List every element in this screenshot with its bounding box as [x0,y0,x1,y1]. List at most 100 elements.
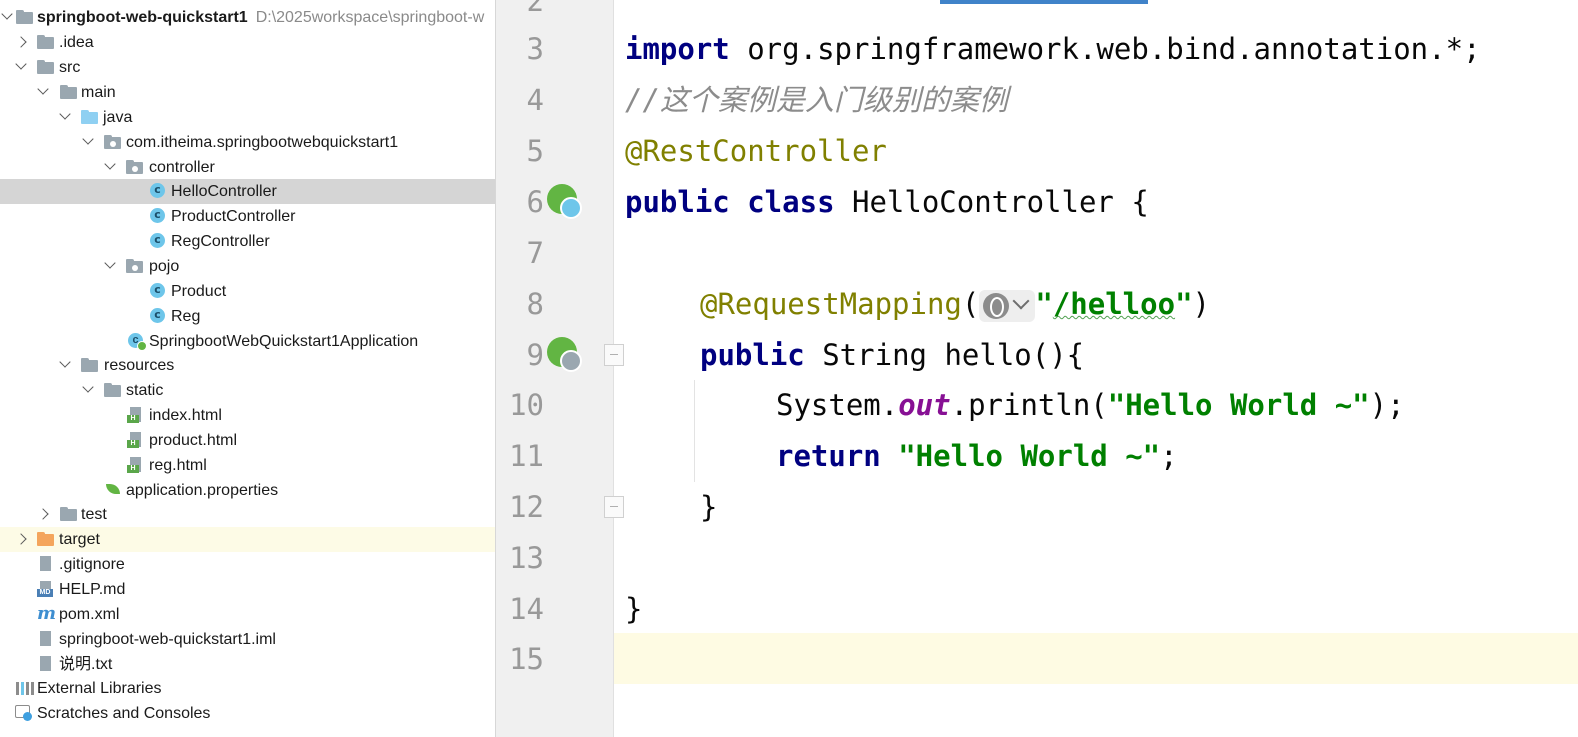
package-icon [126,258,144,274]
tree-item-reg[interactable]: Reg [0,304,495,329]
tree-label: RegController [171,233,270,250]
tree-label: .gitignore [59,556,125,573]
tree-item-application-properties[interactable]: application.properties [0,478,495,503]
chevron-down-icon[interactable] [58,357,72,373]
excluded-folder-icon [37,531,55,547]
tree-item-java[interactable]: java [0,105,495,130]
tree-item-test[interactable]: test [0,502,495,527]
tree-item-help-md[interactable]: MD HELP.md [0,577,495,602]
tree-item-src[interactable]: src [0,55,495,80]
tree-label: ProductController [171,208,296,225]
project-tree: springboot-web-quickstart1 D:\2025workspa… [0,0,495,737]
root-label: springboot-web-quickstart1 [37,9,248,26]
tree-root[interactable]: springboot-web-quickstart1 D:\2025workspa… [0,5,495,30]
tree-label: SpringbootWebQuickstart1Application [149,333,419,350]
active-tab-indicator [940,0,1148,4]
ignore-file-icon [37,556,55,572]
tree-item-gitignore[interactable]: .gitignore [0,552,495,577]
html-file-icon: H [127,457,145,473]
chevron-down-icon[interactable] [14,59,28,75]
tree-label: reg.html [149,457,207,474]
package-icon [126,159,144,175]
spring-bean-gutter-icon[interactable] [547,184,582,219]
spring-boot-app-icon [128,333,147,351]
tree-item-external-libraries[interactable]: External Libraries [0,676,495,701]
current-line-highlight [496,633,1578,684]
chevron-right-icon[interactable] [16,34,30,50]
line-number: 6 [526,185,544,219]
tree-item-static[interactable]: static [0,378,495,403]
code-line-4[interactable]: //这个案例是入门级别的案例 [625,75,1008,126]
tree-item-application-class[interactable]: SpringbootWebQuickstart1Application [0,329,495,354]
maven-icon: m [37,603,57,624]
fold-marker-icon[interactable] [604,496,624,518]
folder-icon [37,59,55,75]
module-file-icon [37,631,55,647]
code-line-12[interactable]: } [700,482,717,533]
code-line-9[interactable]: public String hello(){ [700,330,1084,381]
spring-request-mapping-gutter-icon[interactable] [547,337,582,372]
chevron-down-icon[interactable] [58,109,72,125]
package-icon [104,134,122,150]
tree-item-package[interactable]: com.itheima.springbootwebquickstart1 [0,130,495,155]
code-editor[interactable]: 2 3 4 5 6 7 8 9 10 11 12 13 14 15 import… [496,0,1578,737]
chevron-down-icon[interactable] [103,159,117,175]
code-line-6[interactable]: public class HelloController { [625,177,1149,228]
line-number: 3 [526,32,544,66]
chevron-down-icon[interactable] [103,258,117,274]
text-file-icon [37,656,55,672]
tree-item-target[interactable]: target [0,527,495,552]
tree-label: src [59,59,81,76]
chevron-right-icon[interactable] [16,531,30,547]
url-inlay-hint[interactable] [979,290,1036,322]
line-number: 12 [509,490,544,524]
tree-item-regcontroller[interactable]: RegController [0,229,495,254]
fold-marker-icon[interactable] [604,344,624,366]
tree-label: index.html [149,407,222,424]
module-folder-icon [16,9,34,25]
globe-icon [983,293,1010,319]
tree-item-main[interactable]: main [0,80,495,105]
code-line-14[interactable]: } [625,584,642,635]
tree-item-reg-html[interactable]: H reg.html [0,453,495,478]
indent-guide [694,380,695,482]
line-number: 10 [509,388,544,422]
tree-item-iml[interactable]: springboot-web-quickstart1.iml [0,627,495,652]
line-number: 15 [509,642,544,676]
tree-item-index-html[interactable]: H index.html [0,403,495,428]
tree-label: pom.xml [59,606,120,623]
tree-label: controller [149,159,215,176]
line-number: 11 [509,439,544,473]
chevron-down-icon[interactable] [81,134,95,150]
tree-item-controller[interactable]: controller [0,155,495,180]
tree-item-resources[interactable]: resources [0,353,495,378]
tree-item-idea[interactable]: .idea [0,30,495,55]
tree-label: java [103,109,133,126]
tree-item-productcontroller[interactable]: ProductController [0,204,495,229]
tree-item-scratches[interactable]: Scratches and Consoles [0,701,495,726]
folder-icon [104,382,122,398]
chevron-down-icon[interactable] [36,84,50,100]
chevron-down-icon[interactable] [0,9,14,25]
tree-label: pojo [149,258,180,275]
root-path: D:\2025workspace\springboot-w [255,9,485,26]
tree-item-product-html[interactable]: H product.html [0,428,495,453]
code-line-8[interactable]: @RequestMapping("/helloo") [700,279,1210,330]
tree-item-pojo[interactable]: pojo [0,254,495,279]
resources-folder-icon [81,357,99,373]
code-line-3[interactable]: import org.springframework.web.bind.anno… [625,24,1481,75]
chevron-right-icon[interactable] [38,506,52,522]
chevron-down-icon[interactable] [81,382,95,398]
folder-icon [37,34,55,50]
code-line-11[interactable]: return "Hello World ~"; [776,431,1178,482]
source-folder-icon [81,109,99,125]
tree-item-pom-xml[interactable]: m pom.xml [0,602,495,627]
tree-item-readme-txt[interactable]: 说明.txt [0,652,495,677]
tree-item-hellocontroller[interactable]: HelloController [0,179,495,204]
code-line-5[interactable]: @RestController [625,126,887,177]
tree-item-product[interactable]: Product [0,279,495,304]
code-line-10[interactable]: System.out.println("Hello World ~"); [776,380,1405,431]
class-icon [150,308,168,324]
html-file-icon: H [127,407,145,423]
tree-label: springboot-web-quickstart1.iml [59,631,276,648]
